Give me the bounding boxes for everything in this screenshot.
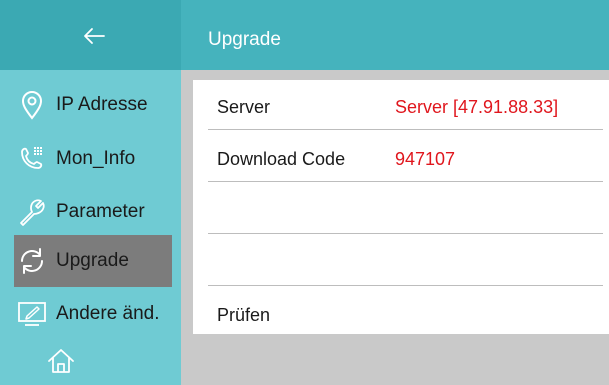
arrow-left-icon[interactable] [80,22,108,50]
row-label: Download Code [217,149,346,169]
upgrade-panel: Server Server [47.91.88.33] Download Cod… [193,80,609,334]
sidebar-item-home[interactable] [0,333,181,385]
sidebar-header [0,0,181,70]
page-header: Upgrade [181,0,609,70]
sidebar-item-label: Upgrade [56,250,129,271]
sidebar-item-label: IP Adresse [56,94,148,115]
page-title: Upgrade [208,29,281,50]
row-label: Prüfen [217,305,271,325]
row-server[interactable]: Server Server [47.91.88.33] [208,80,603,130]
location-pin-icon [21,91,43,120]
refresh-icon [21,248,43,274]
server-value: Server [47.91.88.33] [395,97,559,117]
phone-keypad-icon [21,147,43,169]
download-code-value: 947107 [395,149,456,169]
check-button[interactable]: Prüfen [208,288,603,337]
monitor-edit-icon [18,302,46,326]
wrench-icon [20,199,45,226]
sidebar-item-ip-adresse[interactable]: IP Adresse [0,79,181,131]
content-area: Server Server [47.91.88.33] Download Cod… [181,70,609,385]
row-download-code[interactable]: Download Code 947107 [208,132,603,182]
row-empty-2 [208,236,603,286]
sidebar-item-label: Mon_Info [56,148,136,169]
sidebar-item-upgrade[interactable]: Upgrade [14,235,172,287]
sidebar: IP Adresse Mon_Info Parameter Upgrade An… [0,0,181,385]
sidebar-item-label: Parameter [56,201,145,222]
home-icon [48,349,74,373]
row-label: Server [217,97,271,117]
sidebar-item-mon-info[interactable]: Mon_Info [0,133,181,185]
row-empty-1 [208,184,603,234]
sidebar-item-parameter[interactable]: Parameter [0,186,181,238]
